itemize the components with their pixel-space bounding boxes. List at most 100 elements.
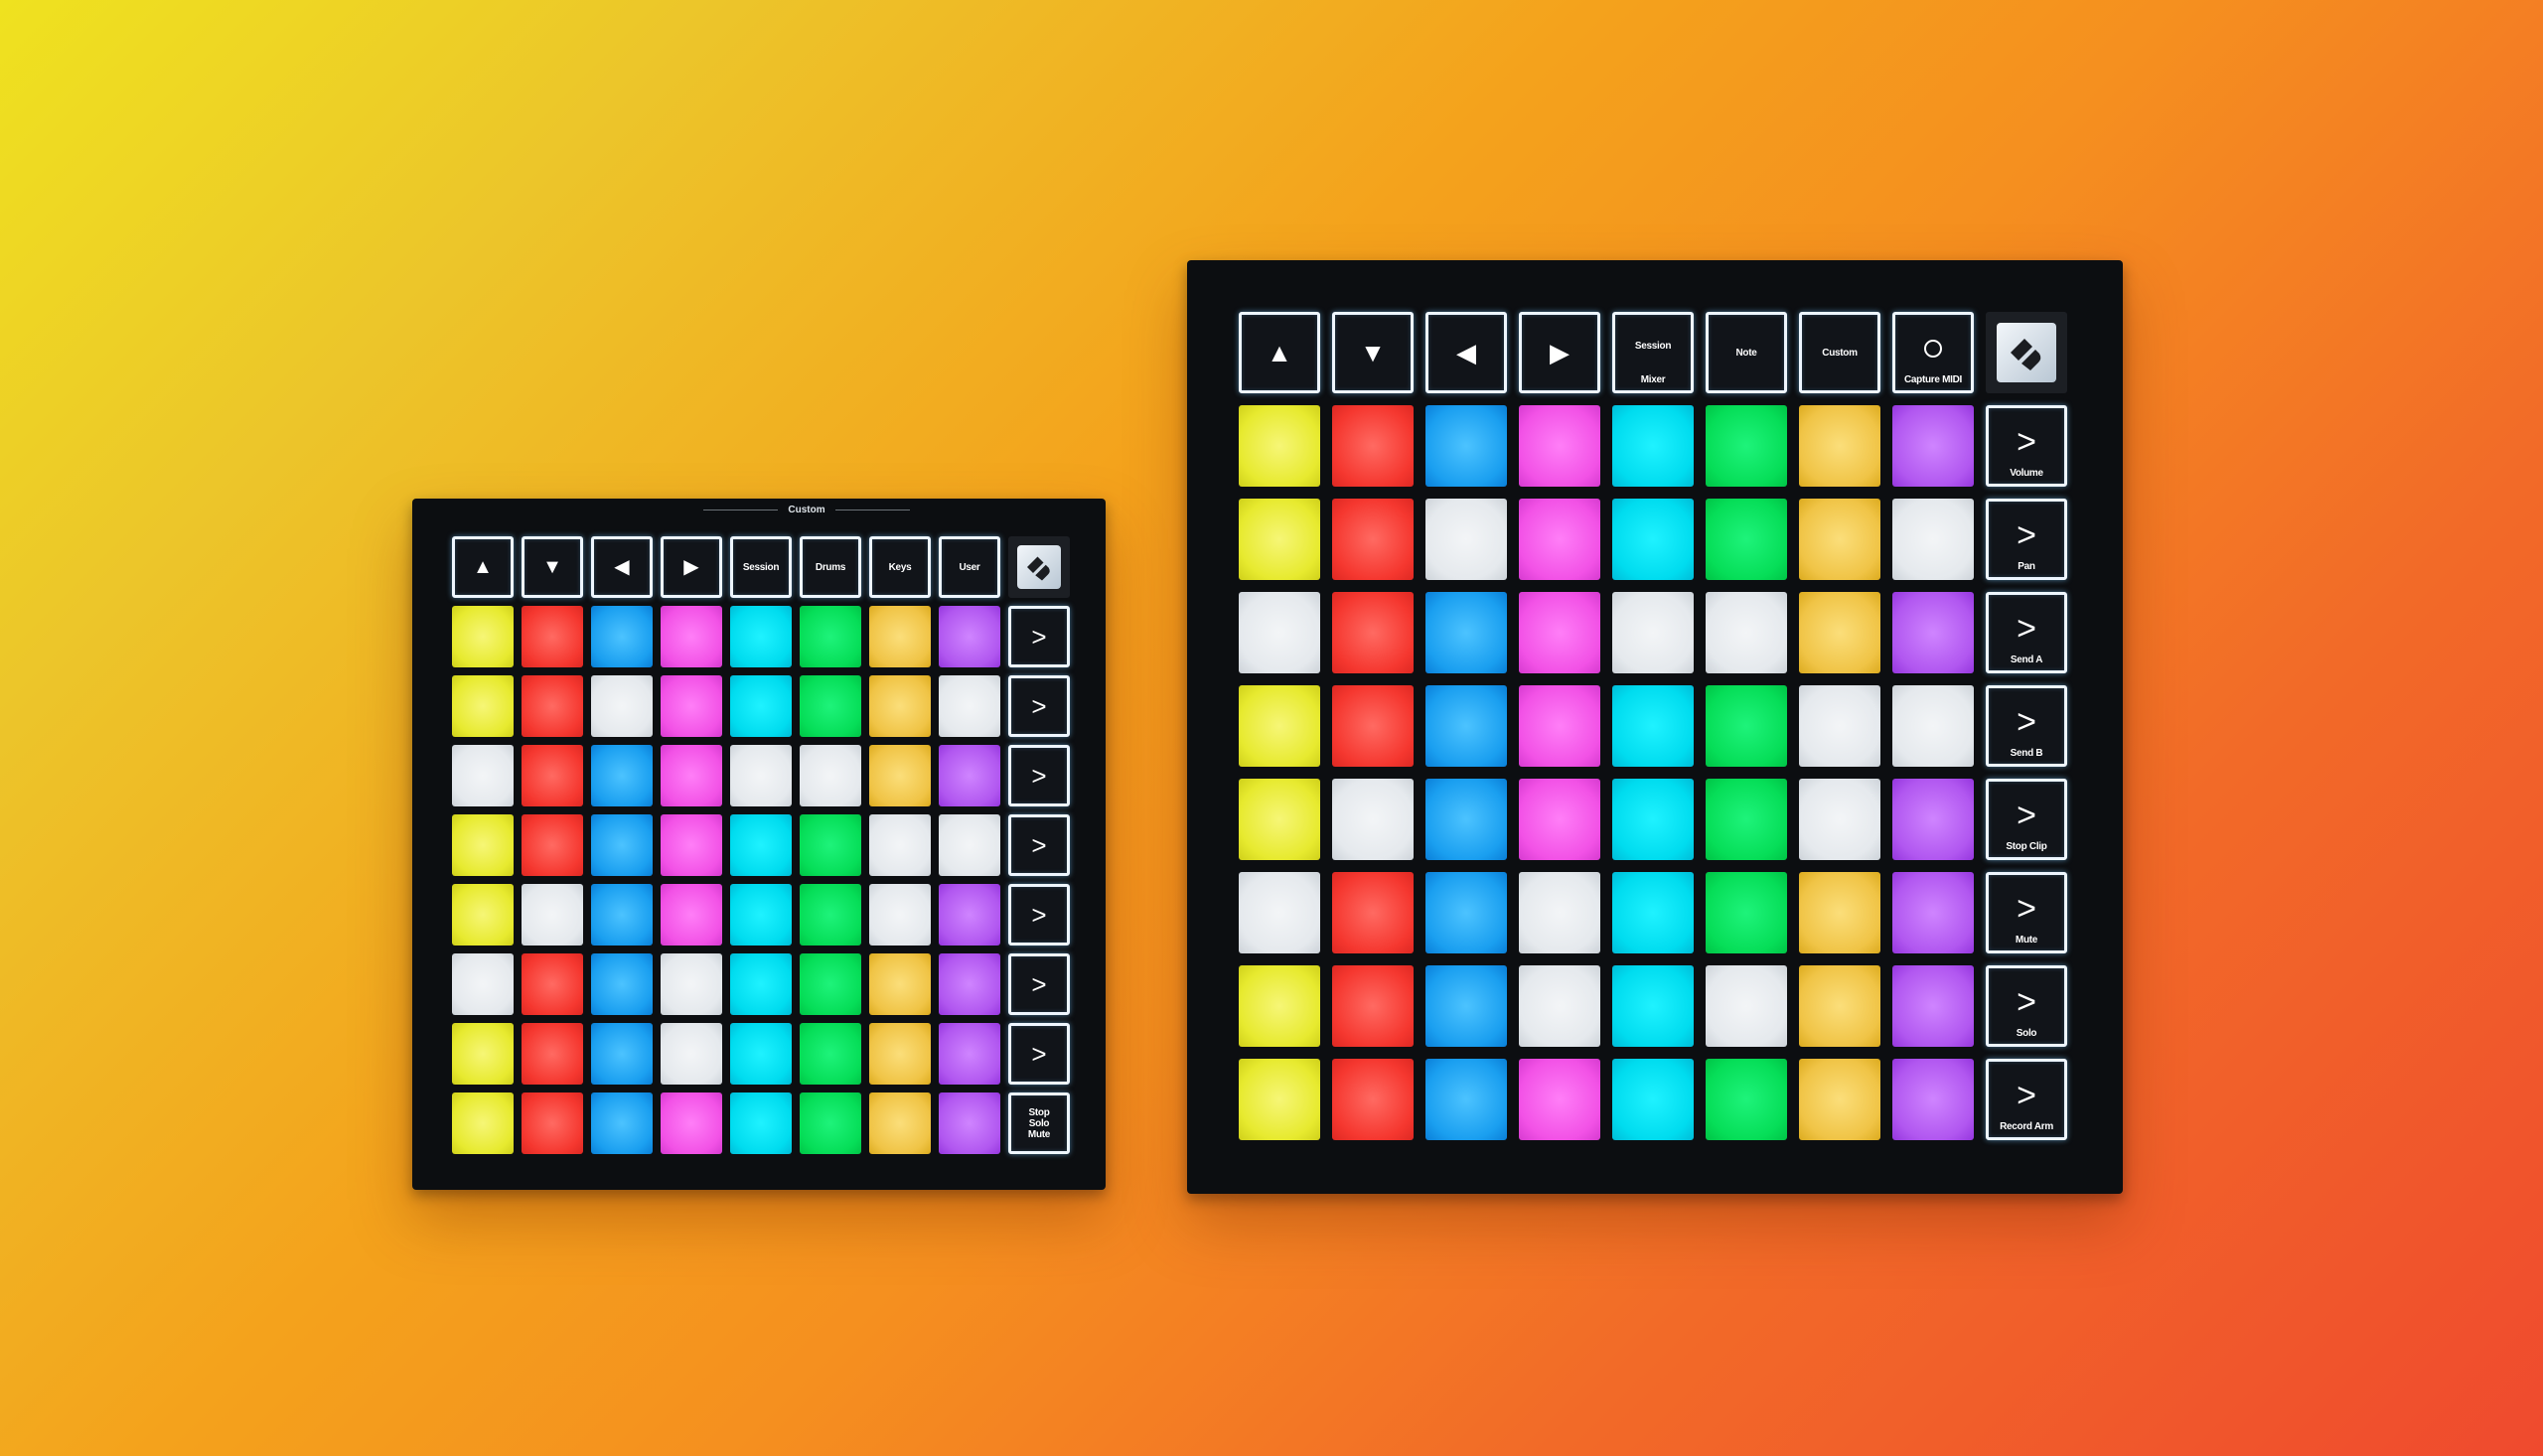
side-button-2[interactable]: > — [1008, 675, 1070, 737]
pad-r4-c8[interactable] — [1892, 685, 1974, 767]
pad-r5-c5[interactable] — [730, 884, 792, 946]
pad-r1-c6[interactable] — [800, 606, 861, 667]
top-button-note[interactable]: Note — [1706, 312, 1787, 393]
pad-r8-c5[interactable] — [1612, 1059, 1694, 1140]
pad-r7-c2[interactable] — [522, 1023, 583, 1085]
pad-r6-c8[interactable] — [1892, 872, 1974, 953]
side-button-7[interactable]: > — [1008, 1023, 1070, 1085]
pad-r6-c7[interactable] — [869, 953, 931, 1015]
pad-r3-c3[interactable] — [1425, 592, 1507, 673]
pad-r4-c3[interactable] — [591, 814, 653, 876]
pad-r3-c1[interactable] — [452, 745, 514, 806]
side-button-1[interactable]: > Volume — [1986, 405, 2067, 487]
pad-r6-c1[interactable] — [452, 953, 514, 1015]
side-button-1[interactable]: > — [1008, 606, 1070, 667]
top-button-up[interactable]: ▲ — [452, 536, 514, 598]
pad-r5-c1[interactable] — [452, 884, 514, 946]
pad-r5-c6[interactable] — [1706, 779, 1787, 860]
pad-r6-c2[interactable] — [522, 953, 583, 1015]
top-button-left[interactable]: ◀ — [591, 536, 653, 598]
pad-r1-c1[interactable] — [452, 606, 514, 667]
pad-r5-c4[interactable] — [661, 884, 722, 946]
pad-r4-c1[interactable] — [452, 814, 514, 876]
pad-r8-c4[interactable] — [1519, 1059, 1600, 1140]
pad-r1-c7[interactable] — [869, 606, 931, 667]
pad-r2-c1[interactable] — [452, 675, 514, 737]
top-button-capture[interactable]: Capture MIDI — [1892, 312, 1974, 393]
pad-r6-c4[interactable] — [661, 953, 722, 1015]
pad-r5-c4[interactable] — [1519, 779, 1600, 860]
pad-r7-c8[interactable] — [1892, 965, 1974, 1047]
pad-r3-c8[interactable] — [939, 745, 1000, 806]
pad-r7-c6[interactable] — [800, 1023, 861, 1085]
side-button-5[interactable]: > Stop Clip — [1986, 779, 2067, 860]
pad-r5-c8[interactable] — [1892, 779, 1974, 860]
pad-r7-c3[interactable] — [591, 1023, 653, 1085]
pad-r7-c4[interactable] — [661, 1023, 722, 1085]
pad-r8-c4[interactable] — [661, 1092, 722, 1154]
pad-r2-c2[interactable] — [522, 675, 583, 737]
pad-r6-c1[interactable] — [1239, 872, 1320, 953]
top-button-session[interactable]: Session Mixer — [1612, 312, 1694, 393]
pad-r7-c5[interactable] — [730, 1023, 792, 1085]
pad-r4-c8[interactable] — [939, 814, 1000, 876]
pad-r3-c6[interactable] — [1706, 592, 1787, 673]
pad-r4-c5[interactable] — [730, 814, 792, 876]
pad-r6-c6[interactable] — [800, 953, 861, 1015]
pad-r4-c6[interactable] — [800, 814, 861, 876]
pad-r8-c2[interactable] — [522, 1092, 583, 1154]
pad-r1-c4[interactable] — [661, 606, 722, 667]
pad-r2-c6[interactable] — [800, 675, 861, 737]
side-button-5[interactable]: > — [1008, 884, 1070, 946]
pad-r8-c7[interactable] — [869, 1092, 931, 1154]
pad-r1-c4[interactable] — [1519, 405, 1600, 487]
side-button-8[interactable]: > Record Arm — [1986, 1059, 2067, 1140]
pad-r8-c6[interactable] — [1706, 1059, 1787, 1140]
pad-r5-c2[interactable] — [522, 884, 583, 946]
pad-r6-c7[interactable] — [1799, 872, 1880, 953]
pad-r3-c7[interactable] — [869, 745, 931, 806]
top-button-down[interactable]: ▼ — [1332, 312, 1414, 393]
pad-r5-c7[interactable] — [1799, 779, 1880, 860]
pad-r6-c3[interactable] — [1425, 872, 1507, 953]
pad-r4-c2[interactable] — [522, 814, 583, 876]
pad-r2-c2[interactable] — [1332, 499, 1414, 580]
pad-r1-c3[interactable] — [1425, 405, 1507, 487]
pad-r5-c5[interactable] — [1612, 779, 1694, 860]
pad-r2-c3[interactable] — [591, 675, 653, 737]
pad-r1-c5[interactable] — [1612, 405, 1694, 487]
pad-r7-c4[interactable] — [1519, 965, 1600, 1047]
pad-r8-c1[interactable] — [1239, 1059, 1320, 1140]
pad-r3-c1[interactable] — [1239, 592, 1320, 673]
top-button-right[interactable]: ▶ — [1519, 312, 1600, 393]
side-button-3[interactable]: > — [1008, 745, 1070, 806]
logo-button[interactable] — [1008, 536, 1070, 598]
pad-r2-c1[interactable] — [1239, 499, 1320, 580]
pad-r8-c5[interactable] — [730, 1092, 792, 1154]
pad-r4-c7[interactable] — [869, 814, 931, 876]
pad-r5-c7[interactable] — [869, 884, 931, 946]
pad-r3-c6[interactable] — [800, 745, 861, 806]
top-button-up[interactable]: ▲ — [1239, 312, 1320, 393]
pad-r2-c3[interactable] — [1425, 499, 1507, 580]
pad-r8-c3[interactable] — [1425, 1059, 1507, 1140]
pad-r8-c3[interactable] — [591, 1092, 653, 1154]
pad-r8-c7[interactable] — [1799, 1059, 1880, 1140]
pad-r1-c6[interactable] — [1706, 405, 1787, 487]
pad-r3-c4[interactable] — [661, 745, 722, 806]
side-button-4[interactable]: > — [1008, 814, 1070, 876]
pad-r5-c3[interactable] — [591, 884, 653, 946]
pad-r1-c8[interactable] — [939, 606, 1000, 667]
pad-r1-c7[interactable] — [1799, 405, 1880, 487]
pad-r4-c1[interactable] — [1239, 685, 1320, 767]
pad-r8-c8[interactable] — [939, 1092, 1000, 1154]
pad-r3-c8[interactable] — [1892, 592, 1974, 673]
top-button-drums[interactable]: Drums — [800, 536, 861, 598]
pad-r5-c3[interactable] — [1425, 779, 1507, 860]
pad-r4-c7[interactable] — [1799, 685, 1880, 767]
pad-r7-c1[interactable] — [452, 1023, 514, 1085]
pad-r7-c7[interactable] — [869, 1023, 931, 1085]
pad-r6-c4[interactable] — [1519, 872, 1600, 953]
pad-r2-c8[interactable] — [1892, 499, 1974, 580]
pad-r3-c7[interactable] — [1799, 592, 1880, 673]
